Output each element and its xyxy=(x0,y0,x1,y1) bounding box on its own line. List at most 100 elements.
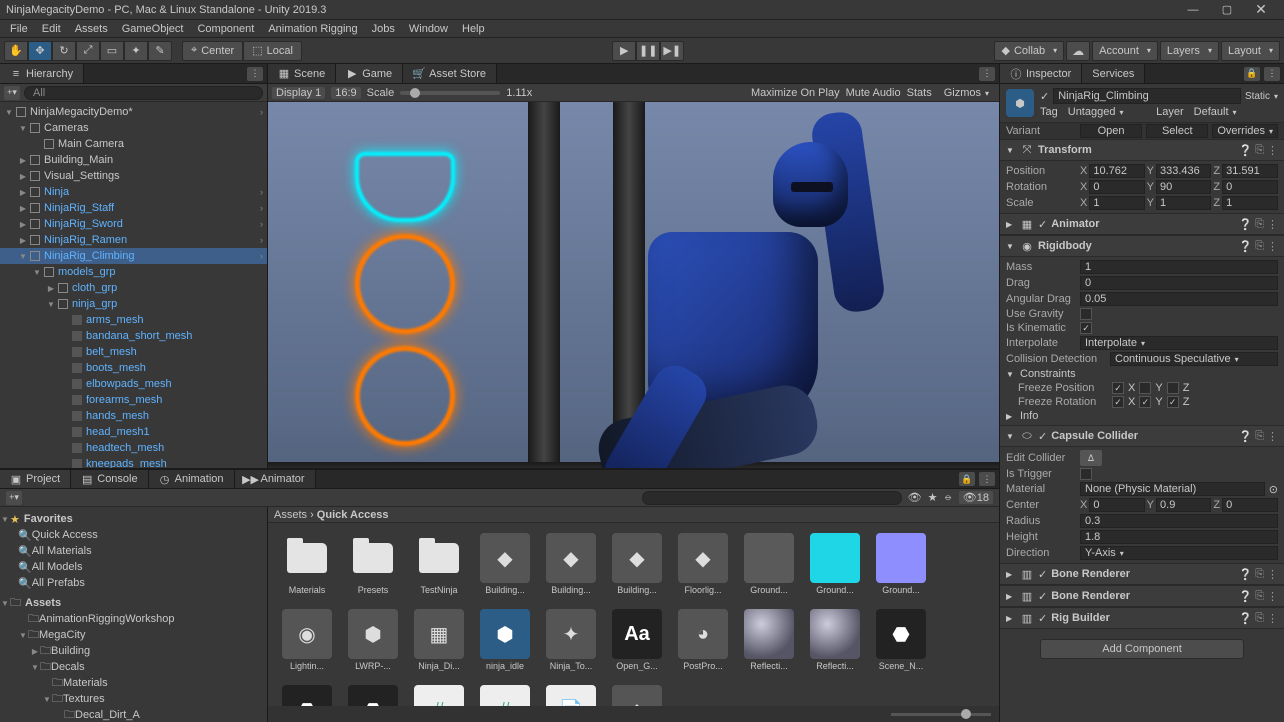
maximize-toggle[interactable]: Maximize On Play xyxy=(751,87,840,99)
tag-dropdown[interactable]: Untagged xyxy=(1062,106,1152,118)
asset-item[interactable]: ◆Floorlig... xyxy=(674,533,732,595)
hierarchy-item[interactable]: ▼Cameras xyxy=(0,120,267,136)
hierarchy-item[interactable]: ▶Ninja› xyxy=(0,184,267,200)
panel-menu-icon[interactable]: ⋮ xyxy=(979,67,995,81)
menu-edit[interactable]: Edit xyxy=(36,22,67,36)
collab-dropdown[interactable]: ◆ Collab xyxy=(994,41,1064,61)
expand-arrow-icon[interactable]: ▶ xyxy=(18,156,28,165)
capsule-header[interactable]: ▼⬭ ✓ Capsule Collider ❔⎘⋮ xyxy=(1000,425,1284,447)
layout-dropdown[interactable]: Layout xyxy=(1221,41,1280,61)
hierarchy-item[interactable]: headtech_mesh xyxy=(0,440,267,456)
asset-item[interactable]: ⬣TwistCh... xyxy=(278,685,336,706)
collision-dropdown[interactable]: Continuous Speculative xyxy=(1110,352,1278,366)
asset-item[interactable]: 📄TwoBon... xyxy=(542,685,600,706)
pause-button[interactable]: ❚❚ xyxy=(636,41,660,61)
scale-slider[interactable] xyxy=(400,91,500,95)
asset-item[interactable]: ◆Building... xyxy=(476,533,534,595)
item-menu-icon[interactable]: › xyxy=(260,203,263,213)
tab-project[interactable]: ▣Project xyxy=(0,470,71,488)
asset-item[interactable]: ▦Ninja_Di... xyxy=(410,609,468,671)
preset-icon[interactable]: ⎘ xyxy=(1255,144,1264,157)
folder-item[interactable]: ▼🗀 Textures xyxy=(0,691,267,707)
rot-y[interactable]: 90 xyxy=(1156,180,1211,194)
stats-toggle[interactable]: Stats xyxy=(907,87,932,99)
tab-services[interactable]: Services xyxy=(1082,64,1145,83)
tab-inspector[interactable]: ⓘInspector xyxy=(1000,64,1082,83)
create-asset-dropdown[interactable]: +▾ xyxy=(6,491,22,505)
expand-arrow-icon[interactable]: ▼ xyxy=(46,300,56,309)
animator-enabled[interactable]: ✓ xyxy=(1038,218,1047,231)
static-label[interactable]: Static xyxy=(1245,91,1270,102)
expand-arrow-icon[interactable]: ▶ xyxy=(18,172,28,181)
scl-y[interactable]: 1 xyxy=(1156,196,1211,210)
mute-toggle[interactable]: Mute Audio xyxy=(846,87,901,99)
select-button[interactable]: Select xyxy=(1146,124,1208,138)
expand-arrow-icon[interactable]: ▶ xyxy=(46,284,56,293)
tab-game[interactable]: ▶Game xyxy=(336,64,403,83)
rot-x[interactable]: 0 xyxy=(1089,180,1144,194)
maximize-button[interactable]: ▢ xyxy=(1210,1,1244,19)
add-component-button[interactable]: Add Component xyxy=(1040,639,1244,659)
asset-item[interactable]: Reflecti... xyxy=(806,609,864,671)
hierarchy-item[interactable]: bandana_short_mesh xyxy=(0,328,267,344)
bone-renderer-1-header[interactable]: ▶▥✓Bone Renderer❔⎘⋮ xyxy=(1000,563,1284,585)
asset-item[interactable]: ◆Building... xyxy=(608,533,666,595)
hand-tool[interactable]: ✋ xyxy=(4,41,28,61)
animator-header[interactable]: ▶▦ ✓ Animator ❔⎘⋮ xyxy=(1000,213,1284,235)
hierarchy-item[interactable]: elbowpads_mesh xyxy=(0,376,267,392)
menu-assets[interactable]: Assets xyxy=(69,22,114,36)
play-button[interactable]: ▶ xyxy=(612,41,636,61)
hierarchy-item[interactable]: ▶Building_Main xyxy=(0,152,267,168)
asset-item[interactable]: Ground... xyxy=(740,533,798,595)
overrides-dropdown[interactable]: Overrides xyxy=(1212,124,1278,138)
tab-hierarchy[interactable]: ≡ Hierarchy xyxy=(0,64,84,83)
hierarchy-item[interactable]: Main Camera xyxy=(0,136,267,152)
hierarchy-item[interactable]: forearms_mesh xyxy=(0,392,267,408)
menu-component[interactable]: Component xyxy=(191,22,260,36)
gizmos-dropdown[interactable]: Gizmos xyxy=(938,87,995,99)
asset-item[interactable]: ⬢ninja_idle xyxy=(476,609,534,671)
hierarchy-item[interactable]: belt_mesh xyxy=(0,344,267,360)
asset-item[interactable]: ⬢LWRP-... xyxy=(344,609,402,671)
hierarchy-item[interactable]: ▶NinjaRig_Sword› xyxy=(0,216,267,232)
layers-dropdown[interactable]: Layers xyxy=(1160,41,1219,61)
tab-animator[interactable]: ▶▶Animator xyxy=(235,470,316,488)
center-y[interactable]: 0.9 xyxy=(1156,498,1211,512)
bone-renderer-2-header[interactable]: ▶▥✓Bone Renderer❔⎘⋮ xyxy=(1000,585,1284,607)
scale-tool[interactable]: ⤢ xyxy=(76,41,100,61)
breadcrumb[interactable]: Assets › Quick Access xyxy=(274,509,389,521)
menu-gameobject[interactable]: GameObject xyxy=(116,22,190,36)
assets-header[interactable]: ▼🗀 Assets xyxy=(0,595,267,611)
favorites-header[interactable]: ▼★ Favorites xyxy=(0,511,267,527)
hierarchy-item[interactable]: arms_mesh xyxy=(0,312,267,328)
menu-jobs[interactable]: Jobs xyxy=(366,22,401,36)
trigger-checkbox[interactable] xyxy=(1080,468,1092,480)
panel-menu-icon[interactable]: ⋮ xyxy=(979,472,995,486)
space-toggle[interactable]: ⬚ Local xyxy=(243,41,302,61)
grid-size-slider[interactable] xyxy=(891,713,991,716)
scl-z[interactable]: 1 xyxy=(1222,196,1278,210)
freeze-rot-x[interactable]: ✓ xyxy=(1112,396,1124,408)
search-filter-icon[interactable]: 👁 xyxy=(908,491,922,504)
custom-tool[interactable]: ✎ xyxy=(148,41,172,61)
asset-item[interactable]: TestNinja xyxy=(410,533,468,595)
radius-field[interactable]: 0.3 xyxy=(1080,514,1278,528)
tab-console[interactable]: ▤Console xyxy=(71,470,148,488)
aspect-dropdown[interactable]: 16:9 xyxy=(331,87,360,99)
direction-dropdown[interactable]: Y-Axis xyxy=(1080,546,1278,560)
object-enabled-checkbox[interactable]: ✓ xyxy=(1040,90,1049,103)
help-icon[interactable]: ❔ xyxy=(1238,144,1252,157)
asset-item[interactable]: Presets xyxy=(344,533,402,595)
asset-item[interactable]: ◆Worksh... xyxy=(608,685,666,706)
asset-item[interactable]: Reflecti... xyxy=(740,609,798,671)
display-dropdown[interactable]: Display 1 xyxy=(272,87,325,99)
hierarchy-item[interactable]: head_mesh1 xyxy=(0,424,267,440)
hierarchy-item[interactable]: ▼NinjaRig_Climbing› xyxy=(0,248,267,264)
menu-file[interactable]: File xyxy=(4,22,34,36)
expand-arrow-icon[interactable]: ▶ xyxy=(18,188,28,197)
favorite-item[interactable]: 🔍 All Materials xyxy=(0,543,267,559)
asset-item[interactable]: ◕PostPro... xyxy=(674,609,732,671)
favorite-filter-icon[interactable]: ★ xyxy=(928,491,938,504)
item-menu-icon[interactable]: › xyxy=(260,219,263,229)
menu-animation-rigging[interactable]: Animation Rigging xyxy=(262,22,363,36)
